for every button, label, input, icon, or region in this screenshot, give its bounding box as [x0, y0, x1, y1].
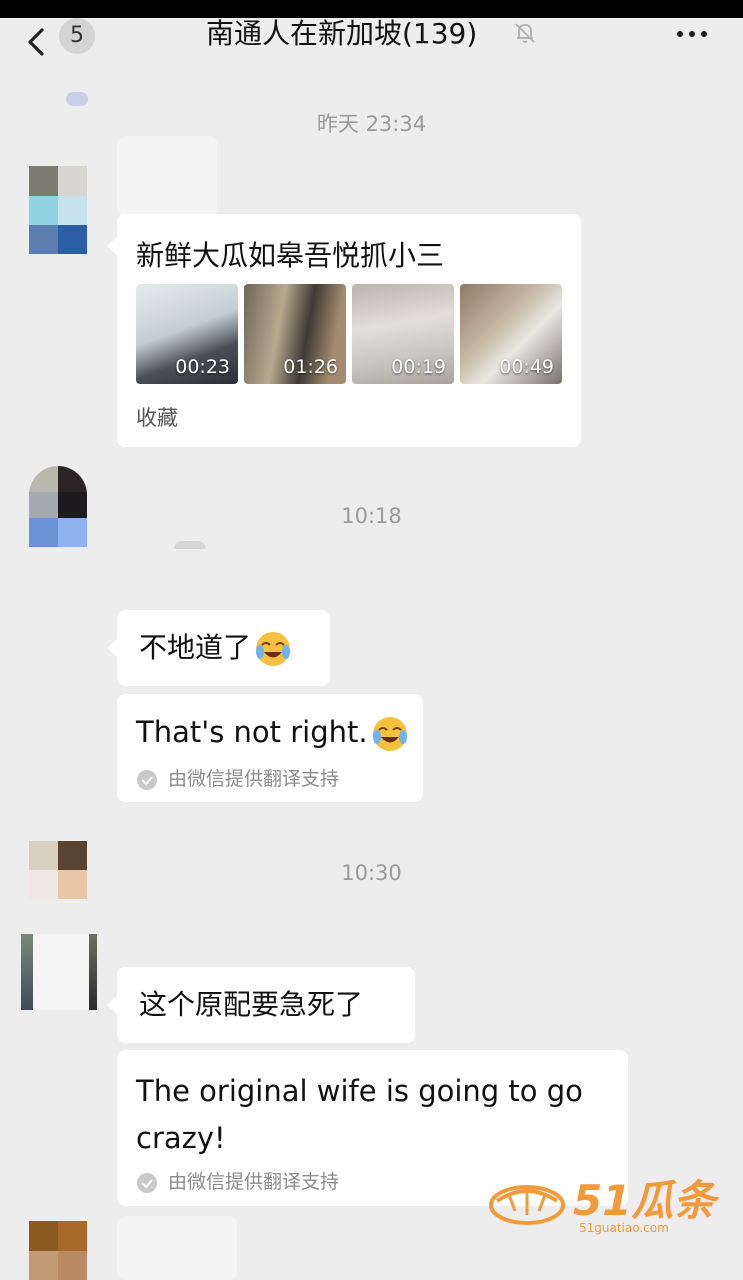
video-duration: 00:49 — [499, 356, 554, 378]
back-chevron-icon — [28, 28, 44, 56]
chat-title: 南通人在新加坡(139) — [206, 17, 478, 50]
watermark-logo: 51瓜条 51guatiao.com — [487, 1165, 717, 1241]
bubble-tail — [107, 995, 118, 1015]
avatar[interactable] — [29, 166, 87, 254]
blurred-sender-name — [174, 541, 206, 549]
message-text: 这个原配要急死了 — [139, 988, 364, 1021]
video-thumbnail[interactable]: 00:49 — [460, 284, 562, 384]
video-duration: 00:23 — [175, 356, 230, 378]
video-thumbnail[interactable]: 00:23 — [136, 284, 238, 384]
card-title: 新鲜大瓜如皋吾悦抓小三 — [136, 239, 445, 272]
check-circle-icon — [137, 769, 157, 790]
timestamp: 10:30 — [341, 861, 402, 885]
translation-text: The original wife is going to go — [136, 1074, 583, 1108]
video-thumbnail[interactable]: 00:19 — [352, 284, 454, 384]
translation-text: That's not right. — [136, 715, 368, 749]
mute-bell-icon — [515, 23, 535, 43]
watermark-melon-icon — [489, 1185, 565, 1225]
avatar[interactable] — [21, 934, 97, 1010]
card-source-label: 收藏 — [136, 406, 178, 430]
more-dots-icon[interactable] — [672, 20, 712, 48]
video-thumbnail[interactable]: 01:26 — [244, 284, 346, 384]
timestamp: 昨天 23:34 — [316, 112, 427, 136]
translation-text: crazy! — [136, 1121, 226, 1155]
bubble-tail — [107, 236, 118, 256]
translation-note: 由微信提供翻译支持 — [168, 1171, 340, 1193]
message-bubble[interactable]: 不地道了 — [107, 610, 330, 686]
message-bubble-partial — [117, 1216, 237, 1280]
video-duration: 00:19 — [391, 356, 446, 378]
check-circle-icon — [137, 1172, 157, 1193]
watermark-url: 51guatiao.com — [579, 1221, 669, 1235]
chat-header: 5 南通人在新加坡(139) — [0, 17, 743, 76]
avatar[interactable] — [29, 1221, 87, 1280]
favorites-card-bubble[interactable]: 新鲜大瓜如皋吾悦抓小三 00:23 01:26 00:19 00:49 收藏 — [107, 214, 581, 447]
back-button[interactable] — [20, 22, 60, 62]
timestamp: 10:18 — [341, 504, 402, 528]
translation-bubble[interactable]: That's not right. 由微信提供翻译支持 — [117, 694, 423, 802]
translation-note: 由微信提供翻译支持 — [168, 768, 340, 790]
blurred-sender-name — [117, 136, 217, 216]
unread-count-badge: 5 — [59, 18, 95, 54]
video-duration: 01:26 — [283, 356, 338, 378]
message-text: 不地道了 — [139, 631, 252, 664]
crying-laughing-emoji-icon — [372, 717, 407, 751]
message-bubble[interactable]: 这个原配要急死了 — [107, 967, 415, 1043]
watermark-brand: 51瓜条 — [573, 1176, 716, 1225]
bubble-tail — [107, 638, 118, 658]
blurred-avatar-fragment — [66, 92, 88, 106]
crying-laughing-emoji-icon — [256, 632, 291, 666]
